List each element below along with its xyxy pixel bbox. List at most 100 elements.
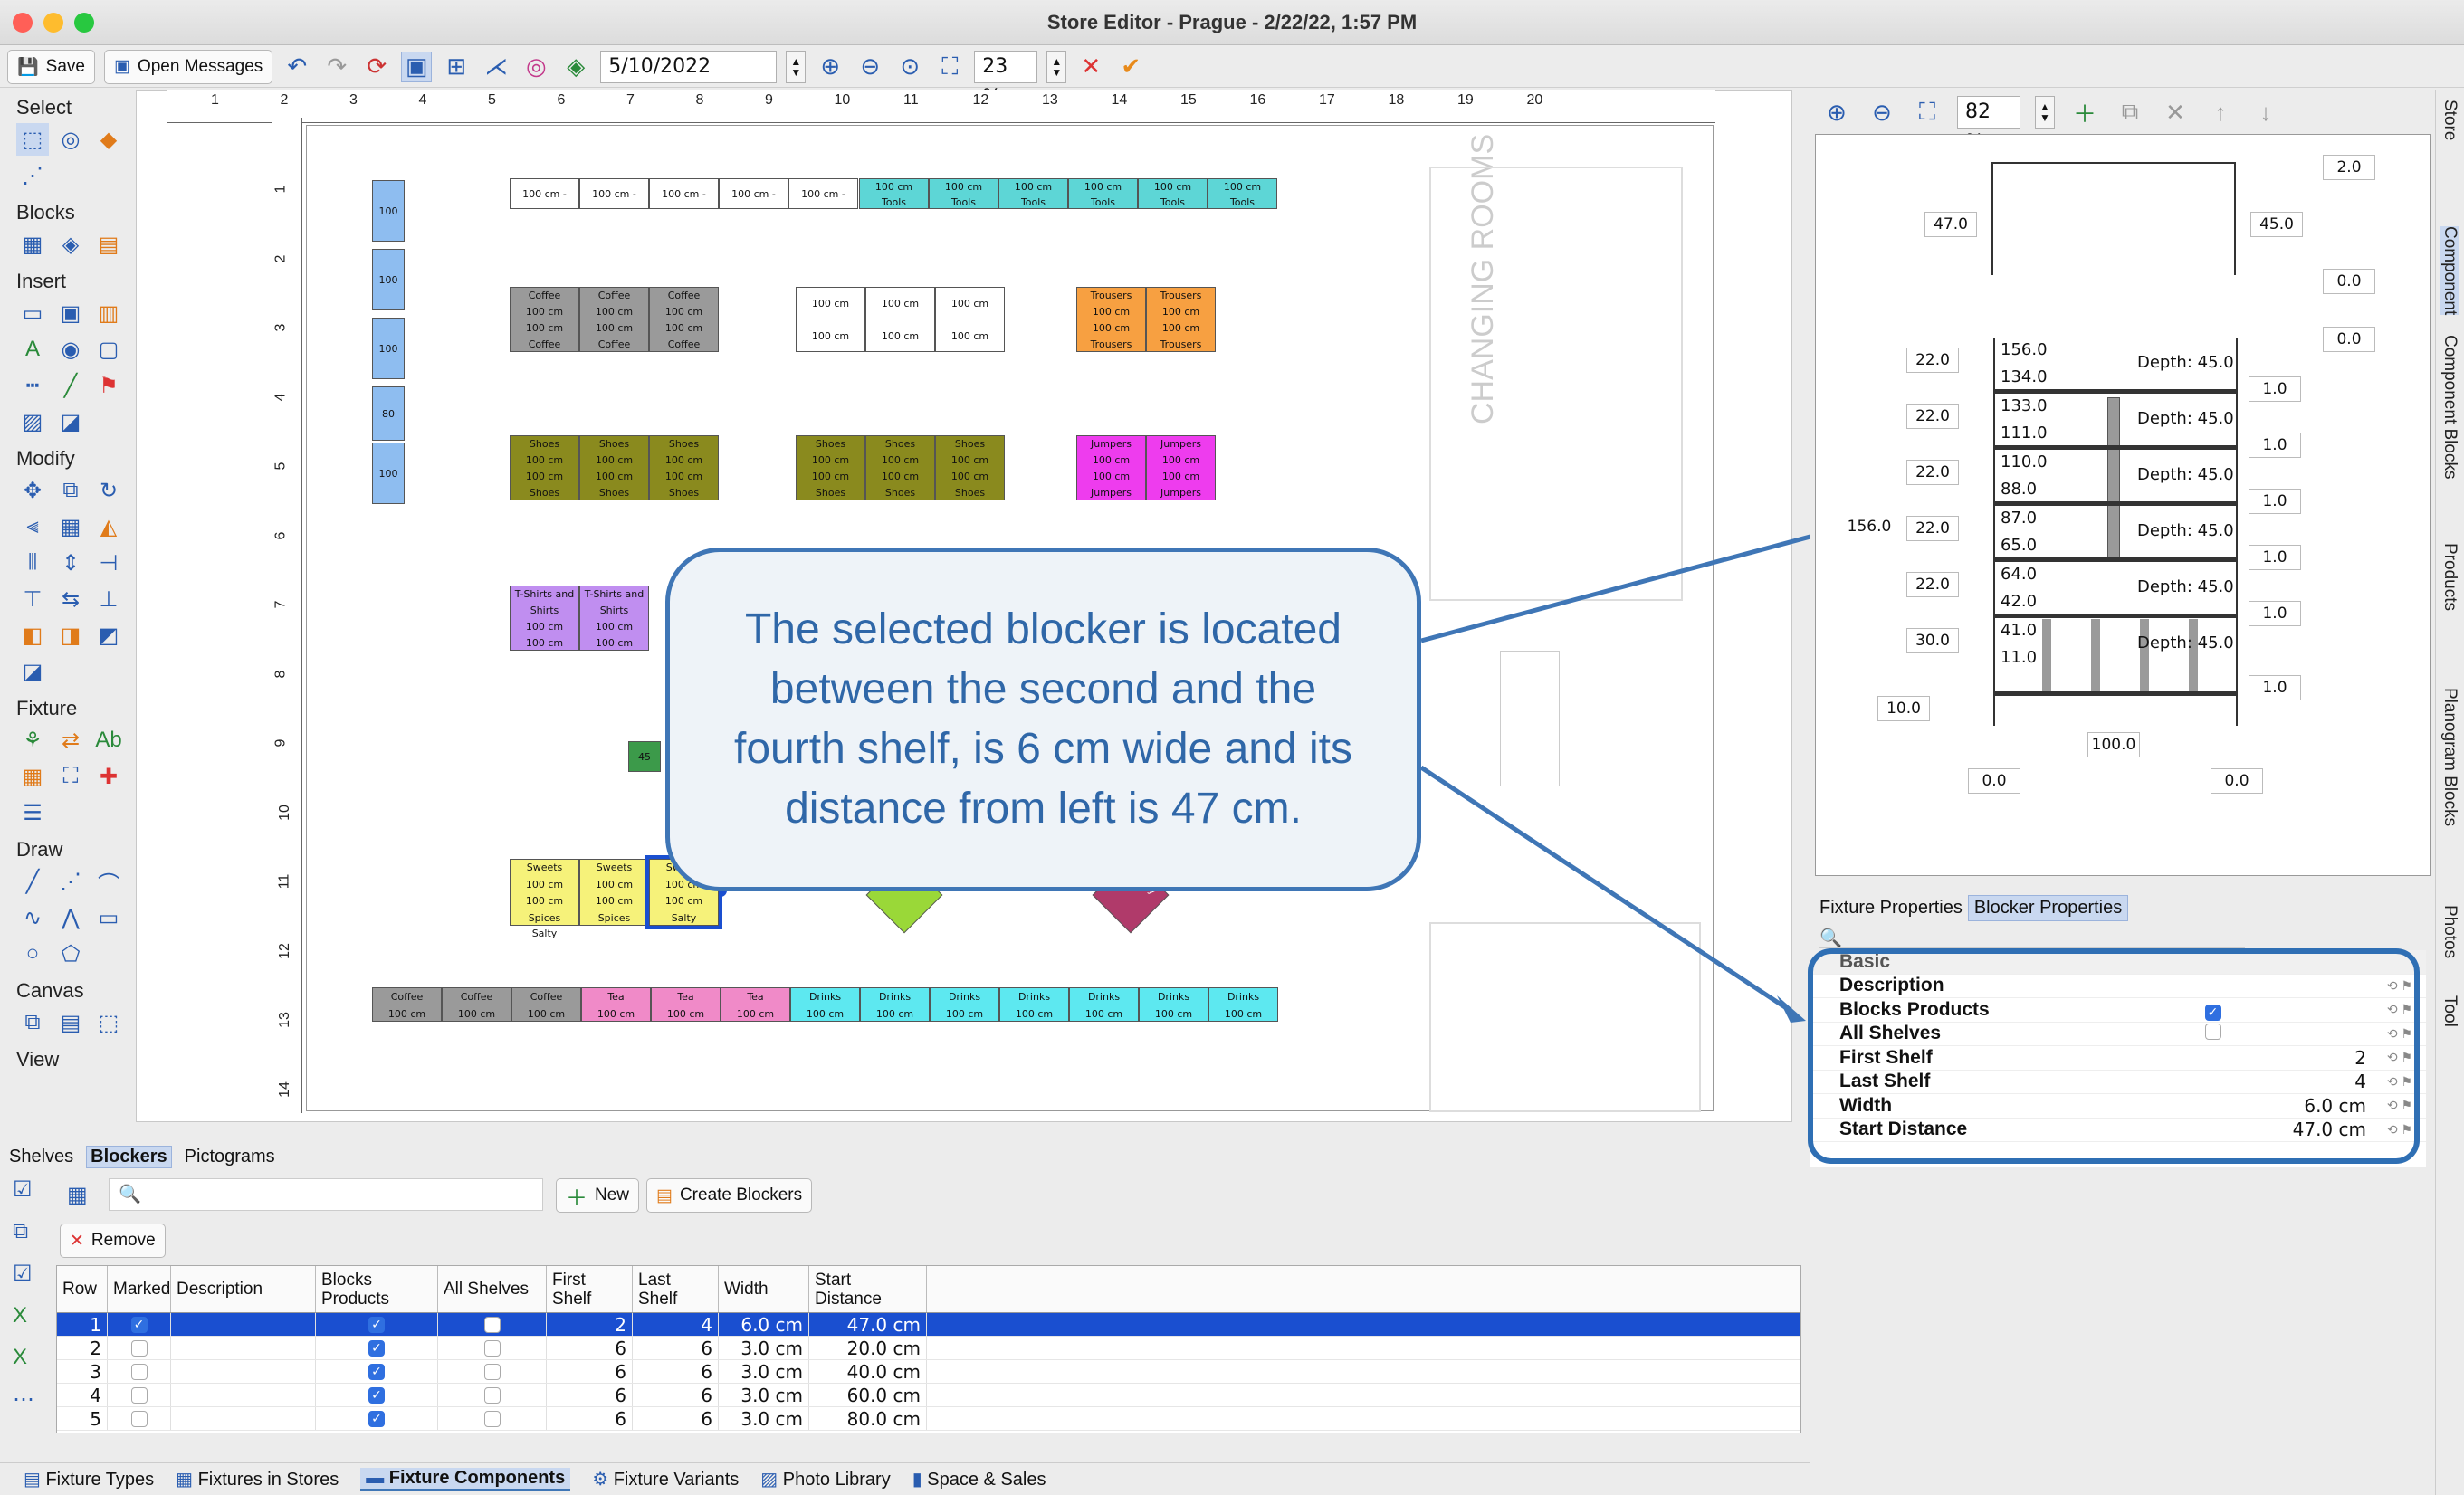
column-header[interactable]: First Shelf	[547, 1266, 633, 1312]
side-tab-photos[interactable]: Photos	[2440, 905, 2459, 958]
column-header[interactable]: All Shelves	[438, 1266, 547, 1312]
blocks-products-checkbox[interactable]: ✓	[368, 1363, 385, 1380]
blocker-icon: ▤	[656, 1186, 673, 1205]
cell-marked[interactable]	[108, 1337, 171, 1359]
cell-all-shelves[interactable]	[438, 1337, 547, 1359]
duplicate-row-icon[interactable]: ⧉	[13, 1219, 49, 1244]
cell-marked[interactable]	[108, 1360, 171, 1383]
all-shelves-checkbox[interactable]	[483, 1363, 501, 1380]
nav-fixture-types[interactable]: ▤ Fixture Types	[24, 1468, 154, 1490]
cell-all-shelves[interactable]	[438, 1360, 547, 1383]
cell-width: 3.0 cm	[719, 1337, 809, 1359]
column-header[interactable]: Width	[719, 1266, 809, 1312]
side-tab-component-blocks[interactable]: Component Blocks	[2440, 335, 2459, 479]
side-tab-tool[interactable]: Tool	[2440, 995, 2459, 1027]
column-header[interactable]: Start Distance	[809, 1266, 927, 1312]
nav-fixtures-in-stores[interactable]: ▦ Fixtures in Stores	[176, 1468, 339, 1490]
component-zoom-stepper[interactable]: ▲ ▼	[2035, 96, 2055, 129]
tab-blocker-properties[interactable]: Blocker Properties	[1967, 894, 2129, 921]
all-shelves-checkbox[interactable]	[483, 1339, 501, 1357]
component-zoom-field[interactable]: 82 %	[1957, 96, 2020, 154]
duplicate-icon[interactable]: ⧉	[2115, 97, 2145, 128]
import-excel-icon[interactable]: X	[13, 1345, 49, 1370]
blocker[interactable]	[2189, 619, 2198, 691]
nav-photo-library[interactable]: ▨ Photo Library	[760, 1468, 890, 1490]
cell-marked[interactable]: ✓	[108, 1313, 171, 1336]
cell-start-distance: 20.0 cm	[809, 1337, 927, 1359]
shelf-depth: Depth: 45.0	[2137, 465, 2234, 484]
marked-checkbox[interactable]	[130, 1410, 148, 1427]
component-drawing[interactable]: 47.0 45.0 2.0 0.0 0.0 156.0 10.0 100.0 0…	[1815, 134, 2431, 876]
column-header[interactable]: Row	[57, 1266, 108, 1312]
remove-button[interactable]: ✕ Remove	[60, 1224, 166, 1258]
nav-fixture-components[interactable]: ▬ Fixture Components	[360, 1467, 571, 1491]
component-fit-icon[interactable]: ⛶	[1912, 97, 1943, 128]
blocker[interactable]	[2091, 619, 2100, 691]
table-toggle-icon[interactable]: ▦	[67, 1182, 88, 1208]
new-button[interactable]: ＋ New	[556, 1178, 640, 1213]
property-search[interactable]: 🔍	[1819, 927, 2245, 948]
component-zoom-out-icon[interactable]: ⊖	[1867, 97, 1897, 128]
blocker[interactable]	[2042, 619, 2051, 691]
nav-space-sales[interactable]: ▮ Space & Sales	[912, 1468, 1046, 1490]
add-icon[interactable]: ＋	[2069, 97, 2100, 128]
base-value: 10.0	[1877, 696, 1930, 721]
side-tab-planogram-blocks[interactable]: Planogram Blocks	[2440, 688, 2459, 826]
check-all-icon[interactable]: ☑	[13, 1176, 49, 1203]
selected-blocker[interactable]	[2107, 397, 2120, 562]
delete-icon[interactable]: ✕	[2160, 97, 2191, 128]
table-row[interactable]: 3 ✓ 6 6 3.0 cm 40.0 cm	[57, 1360, 1800, 1384]
cell-blocks-products[interactable]: ✓	[316, 1313, 438, 1336]
table-row[interactable]: 2 ✓ 6 6 3.0 cm 20.0 cm	[57, 1337, 1800, 1360]
cell-blocks-products[interactable]: ✓	[316, 1337, 438, 1359]
table-row[interactable]: 5 ✓ 6 6 3.0 cm 80.0 cm	[57, 1407, 1800, 1431]
cell-all-shelves[interactable]	[438, 1313, 547, 1336]
side-tab-component[interactable]: Component	[2440, 226, 2459, 316]
marked-checkbox[interactable]	[130, 1386, 148, 1404]
column-header[interactable]: Description	[171, 1266, 316, 1312]
cell-all-shelves[interactable]	[438, 1407, 547, 1430]
component-zoom-in-icon[interactable]: ⊕	[1821, 97, 1852, 128]
column-header[interactable]: Blocks Products	[316, 1266, 438, 1312]
blocks-products-checkbox[interactable]: ✓	[368, 1316, 385, 1333]
tab-pictograms[interactable]: Pictograms	[185, 1147, 275, 1167]
nav-fixture-variants[interactable]: ⚙ Fixture Variants	[592, 1468, 739, 1490]
blocks-products-checkbox[interactable]: ✓	[368, 1386, 385, 1404]
cell-marked[interactable]	[108, 1407, 171, 1430]
table-search-input[interactable]: 🔍	[109, 1178, 543, 1211]
more-icon[interactable]: ⋯	[13, 1386, 49, 1413]
move-down-icon[interactable]: ↓	[2250, 97, 2281, 128]
blocks-products-checkbox[interactable]: ✓	[368, 1410, 385, 1427]
shelf-right-value: 1.0	[2249, 376, 2301, 402]
cell-blocks-products[interactable]: ✓	[316, 1407, 438, 1430]
tab-blockers[interactable]: Blockers	[86, 1145, 172, 1168]
cell-last-shelf: 6	[633, 1337, 719, 1359]
marked-checkbox[interactable]	[130, 1363, 148, 1380]
marked-checkbox[interactable]: ✓	[130, 1316, 148, 1333]
all-shelves-checkbox[interactable]	[483, 1316, 501, 1333]
cell-width: 3.0 cm	[719, 1407, 809, 1430]
table-row[interactable]: 4 ✓ 6 6 3.0 cm 60.0 cm	[57, 1384, 1800, 1407]
side-tab-products[interactable]: Products	[2440, 543, 2459, 611]
column-header[interactable]: Last Shelf	[633, 1266, 719, 1312]
create-blockers-button[interactable]: ▤ Create Blockers	[646, 1178, 813, 1213]
cell-all-shelves[interactable]	[438, 1384, 547, 1406]
shelf-upper-value: 87.0	[2001, 509, 2038, 528]
blocks-products-checkbox[interactable]: ✓	[368, 1339, 385, 1357]
tab-fixture-properties[interactable]: Fixture Properties	[1819, 898, 1963, 919]
move-up-icon[interactable]: ↑	[2205, 97, 2236, 128]
tab-shelves[interactable]: Shelves	[9, 1147, 73, 1167]
side-tab-store[interactable]: Store	[2440, 100, 2459, 140]
cell-marked[interactable]	[108, 1384, 171, 1406]
column-header[interactable]: Marked	[108, 1266, 171, 1312]
cell-blocks-products[interactable]: ✓	[316, 1360, 438, 1383]
shelf-depth: Depth: 45.0	[2137, 521, 2234, 540]
cell-blocks-products[interactable]: ✓	[316, 1384, 438, 1406]
table-row[interactable]: 1 ✓ ✓ 2 4 6.0 cm 47.0 cm	[57, 1313, 1800, 1337]
export-excel-icon[interactable]: X	[13, 1303, 49, 1328]
all-shelves-checkbox[interactable]	[483, 1386, 501, 1404]
all-shelves-checkbox[interactable]	[483, 1410, 501, 1427]
blocker[interactable]	[2140, 619, 2149, 691]
check-list-icon[interactable]: ☑	[13, 1261, 49, 1287]
marked-checkbox[interactable]	[130, 1339, 148, 1357]
